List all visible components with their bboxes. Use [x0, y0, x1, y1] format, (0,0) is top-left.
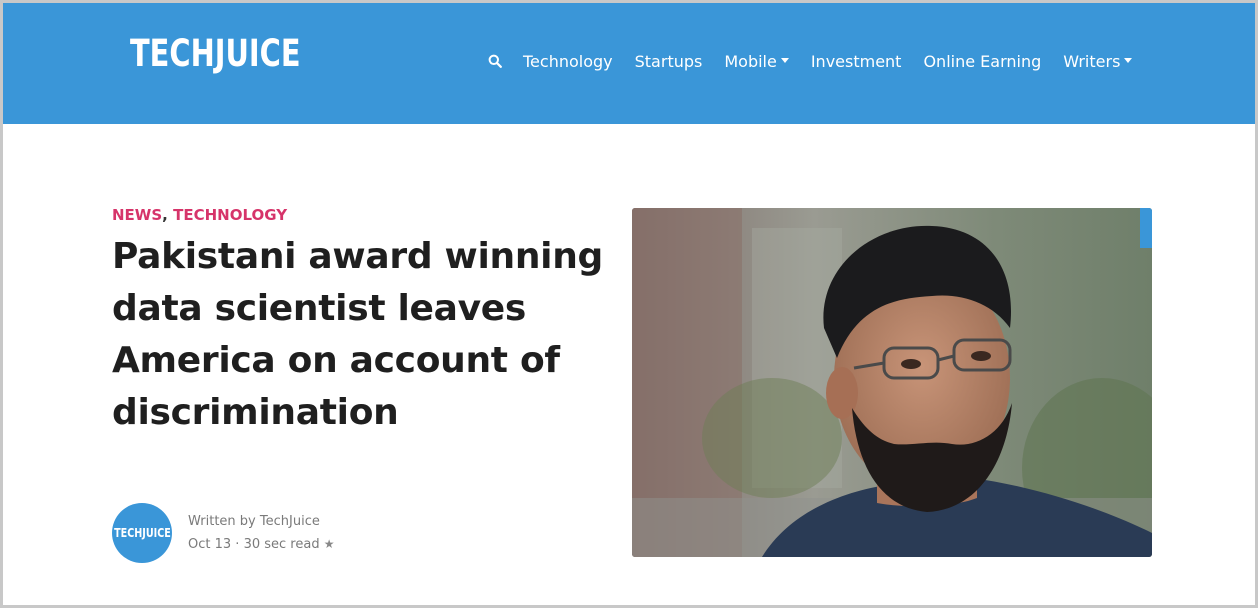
nav-item-label: Online Earning [923, 51, 1042, 71]
site-logo[interactable]: TECHJUICE [130, 27, 301, 81]
nav-item-label: Startups [634, 51, 703, 71]
author-byline: TECHJUICE Written by TechJuice Oct 13 · … [112, 503, 335, 563]
article-categories: NEWS, TECHNOLOGY [112, 206, 287, 224]
category-link-news[interactable]: NEWS [112, 206, 162, 224]
read-time: 30 sec read [243, 536, 320, 552]
page: TECHJUICE Technology Startups Mobile Inv… [0, 0, 1258, 608]
publish-date: Oct 13 [188, 536, 232, 552]
category-link-technology[interactable]: TECHNOLOGY [173, 206, 287, 224]
star-icon[interactable]: ★ [324, 537, 335, 551]
author-avatar[interactable]: TECHJUICE [112, 503, 172, 563]
author-name-link[interactable]: TechJuice [260, 514, 320, 529]
nav-item-startups[interactable]: Startups [635, 52, 703, 71]
nav-item-label: Technology [523, 51, 613, 71]
site-header: TECHJUICE Technology Startups Mobile Inv… [3, 3, 1255, 124]
nav-item-investment[interactable]: Investment [811, 52, 902, 71]
main-nav: Technology Startups Mobile Investment On… [487, 47, 1154, 75]
category-separator: , [162, 206, 168, 224]
hero-image[interactable] [632, 208, 1152, 557]
caret-down-icon [1124, 57, 1133, 63]
portrait-photo [632, 208, 1152, 557]
author-line: Written by TechJuice [188, 511, 335, 533]
nav-item-label: Mobile [724, 51, 777, 71]
caret-down-icon [780, 57, 789, 63]
nav-item-label: Writers [1063, 51, 1121, 71]
search-icon[interactable] [487, 53, 503, 69]
article-headline[interactable]: Pakistani award winning data scientist l… [112, 231, 612, 439]
written-by-label: Written by [188, 513, 256, 529]
date-line: Oct 13 · 30 sec read ★ [188, 533, 335, 556]
nav-item-mobile[interactable]: Mobile [724, 51, 789, 71]
nav-item-writers[interactable]: Writers [1063, 51, 1133, 71]
nav-item-label: Investment [810, 51, 902, 71]
meta-separator: · [235, 536, 240, 552]
nav-item-online-earning[interactable]: Online Earning [923, 52, 1041, 71]
article-meta: Written by TechJuice Oct 13 · 30 sec rea… [188, 511, 335, 556]
nav-item-technology[interactable]: Technology [523, 52, 613, 71]
avatar-text: TECHJUICE [113, 526, 171, 540]
